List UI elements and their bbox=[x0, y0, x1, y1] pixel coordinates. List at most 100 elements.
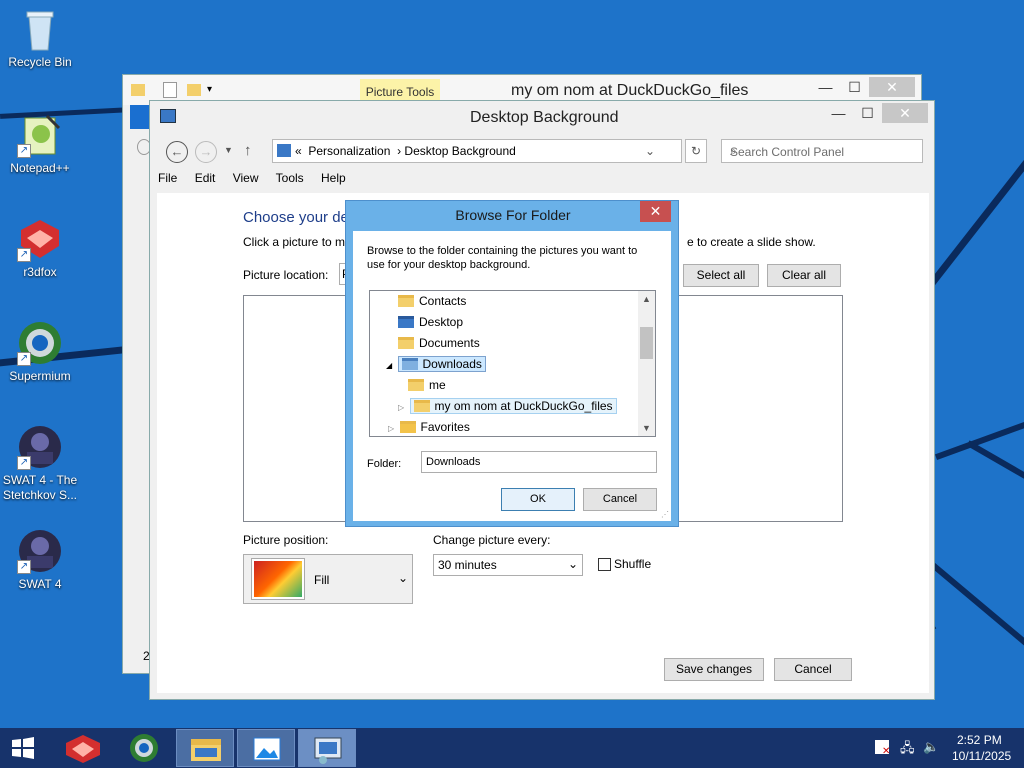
desktop-icon-label: Recycle Bin bbox=[8, 55, 72, 69]
cancel-button[interactable]: Cancel bbox=[774, 658, 852, 681]
menu-bar: File Edit View Tools Help bbox=[158, 171, 360, 191]
taskbar-supermium[interactable] bbox=[115, 729, 173, 767]
breadcrumb-overflow[interactable]: « bbox=[295, 144, 302, 158]
breadcrumb-desktop-background[interactable]: Desktop Background bbox=[404, 144, 515, 158]
tree-item-contacts[interactable]: Contacts bbox=[398, 292, 466, 310]
tree-item-hover: my om nom at DuckDuckGo_files bbox=[409, 398, 617, 414]
tree-item-duckduckgo-files[interactable]: ▷ my om nom at DuckDuckGo_files bbox=[398, 397, 617, 415]
page-heading: Choose your de bbox=[243, 209, 349, 226]
browse-for-folder-dialog[interactable]: Browse For Folder ✕ Browse to the folder… bbox=[345, 200, 679, 527]
tray-volume-icon[interactable]: 🔈 bbox=[923, 739, 939, 755]
recent-pages-dropdown-icon[interactable]: ▼ bbox=[224, 145, 233, 155]
folder-icon bbox=[413, 400, 430, 412]
collapse-arrow-icon[interactable]: ◢ bbox=[386, 361, 392, 370]
recycle-bin-icon bbox=[17, 6, 63, 52]
minimize-button[interactable]: — bbox=[824, 103, 853, 123]
shuffle-label: Shuffle bbox=[614, 557, 652, 571]
folder-icon bbox=[398, 337, 414, 349]
up-button[interactable]: ↑ bbox=[244, 142, 252, 159]
desktop-icon-recycle-bin[interactable]: Recycle Bin bbox=[0, 6, 80, 70]
tree-item-label: Favorites bbox=[420, 420, 470, 434]
select-all-button[interactable]: Select all bbox=[683, 264, 759, 287]
menu-view[interactable]: View bbox=[233, 171, 259, 185]
menu-file[interactable]: File bbox=[158, 171, 177, 185]
clock-time[interactable]: 2:52 PM bbox=[957, 733, 1002, 747]
dialog-title: Browse For Folder bbox=[455, 207, 571, 223]
taskbar-photos[interactable] bbox=[237, 729, 295, 767]
back-button[interactable]: ← bbox=[166, 141, 188, 163]
new-folder-icon[interactable] bbox=[187, 84, 201, 96]
change-every-select[interactable]: 30 minutes ⌄ bbox=[433, 554, 583, 576]
tree-item-label: Contacts bbox=[419, 294, 467, 308]
maximize-button[interactable]: ☐ bbox=[853, 103, 882, 123]
minimize-button[interactable]: — bbox=[811, 77, 840, 97]
tree-item-documents[interactable]: Documents bbox=[398, 334, 480, 352]
supermium-icon bbox=[130, 734, 158, 762]
dialog-close-button[interactable]: ✕ bbox=[640, 201, 671, 222]
folder-icon bbox=[398, 295, 414, 307]
expand-arrow-icon[interactable]: ▷ bbox=[398, 403, 404, 412]
properties-icon[interactable] bbox=[163, 82, 177, 98]
picture-position-select[interactable]: Fill ⌄ bbox=[243, 554, 413, 604]
favorites-star-icon bbox=[399, 421, 416, 433]
tree-item-downloads[interactable]: ◢ Downloads bbox=[386, 355, 486, 373]
tree-scrollbar[interactable]: ▲ ▼ bbox=[638, 291, 655, 436]
maximize-button[interactable]: ☐ bbox=[840, 77, 869, 97]
tree-item-label: Downloads bbox=[422, 357, 482, 371]
tree-item-desktop[interactable]: Desktop bbox=[398, 313, 463, 331]
scroll-down-icon[interactable]: ▼ bbox=[638, 420, 655, 436]
desktop-icon-swat4-stetchkov[interactable]: ↗ SWAT 4 - The Stetchkov S... bbox=[0, 424, 80, 503]
tray-network-icon[interactable]: 🖧 bbox=[900, 739, 915, 761]
clear-all-button[interactable]: Clear all bbox=[767, 264, 841, 287]
expand-arrow-icon[interactable]: ▷ bbox=[388, 424, 394, 433]
menu-edit[interactable]: Edit bbox=[195, 171, 216, 185]
address-dropdown-icon[interactable]: ⌄ bbox=[645, 144, 655, 158]
search-box[interactable]: Search Control Panel ⌕ bbox=[721, 139, 923, 163]
folder-icon bbox=[131, 84, 145, 96]
tree-item-label: me bbox=[429, 378, 446, 392]
clock-date[interactable]: 10/11/2025 bbox=[952, 749, 1011, 763]
explorer-ribbon-stub bbox=[130, 105, 150, 129]
folder-tree[interactable]: Contacts Desktop Documents ◢ Downloads m… bbox=[369, 290, 656, 437]
menu-help[interactable]: Help bbox=[321, 171, 346, 185]
photos-icon bbox=[253, 737, 281, 761]
quick-access-dropdown-icon[interactable]: ▾ bbox=[207, 84, 212, 95]
start-button[interactable] bbox=[8, 736, 38, 760]
desktop-icon-r3dfox[interactable]: ↗ r3dfox bbox=[0, 216, 80, 280]
close-button[interactable]: ✕ bbox=[882, 103, 928, 123]
swat4-icon: ↗ bbox=[17, 424, 63, 470]
scroll-up-icon[interactable]: ▲ bbox=[638, 291, 655, 307]
taskbar-control-panel[interactable] bbox=[298, 729, 356, 767]
resize-grip-icon[interactable]: ⋰ bbox=[661, 510, 669, 519]
breadcrumb-personalization[interactable]: Personalization bbox=[308, 144, 390, 158]
tree-item-favorites[interactable]: ▷ Favorites bbox=[388, 418, 470, 436]
cp-titlebar[interactable]: Desktop Background — ☐ ✕ bbox=[150, 101, 934, 133]
menu-tools[interactable]: Tools bbox=[276, 171, 304, 185]
folder-input[interactable]: Downloads bbox=[421, 451, 657, 473]
scroll-thumb[interactable] bbox=[640, 327, 653, 359]
control-panel-icon bbox=[314, 737, 342, 764]
dialog-cancel-button[interactable]: Cancel bbox=[583, 488, 657, 511]
desktop: Recycle Bin ↗ Notepad++ ↗ r3dfox ↗ Super… bbox=[0, 0, 1024, 728]
chevron-down-icon: ⌄ bbox=[567, 557, 578, 571]
r3dfox-icon bbox=[66, 735, 100, 763]
desktop-icon-notepadpp[interactable]: ↗ Notepad++ bbox=[0, 112, 80, 176]
desktop-icon-supermium[interactable]: ↗ Supermium bbox=[0, 320, 80, 384]
close-button[interactable]: ✕ bbox=[869, 77, 915, 97]
shuffle-checkbox[interactable] bbox=[598, 558, 611, 571]
instruction-text-right: e to create a slide show. bbox=[687, 235, 816, 249]
tree-item-label: my om nom at DuckDuckGo_files bbox=[434, 399, 613, 413]
tray-action-center-icon[interactable]: ✕ bbox=[875, 740, 890, 757]
address-bar[interactable]: « Personalization › Desktop Background ⌄ bbox=[272, 139, 682, 163]
refresh-button[interactable]: ↻ bbox=[685, 139, 707, 163]
folder-icon bbox=[408, 379, 424, 391]
save-changes-button[interactable]: Save changes bbox=[664, 658, 764, 681]
taskbar-file-explorer[interactable] bbox=[176, 729, 234, 767]
tree-item-selected: Downloads bbox=[397, 356, 486, 372]
taskbar-r3dfox[interactable] bbox=[54, 729, 112, 767]
desktop-icon-swat4[interactable]: ↗ SWAT 4 bbox=[0, 528, 80, 592]
forward-button[interactable]: → bbox=[195, 141, 217, 163]
supermium-icon: ↗ bbox=[17, 320, 63, 366]
ok-button[interactable]: OK bbox=[501, 488, 575, 511]
tree-item-me[interactable]: me bbox=[408, 376, 446, 394]
